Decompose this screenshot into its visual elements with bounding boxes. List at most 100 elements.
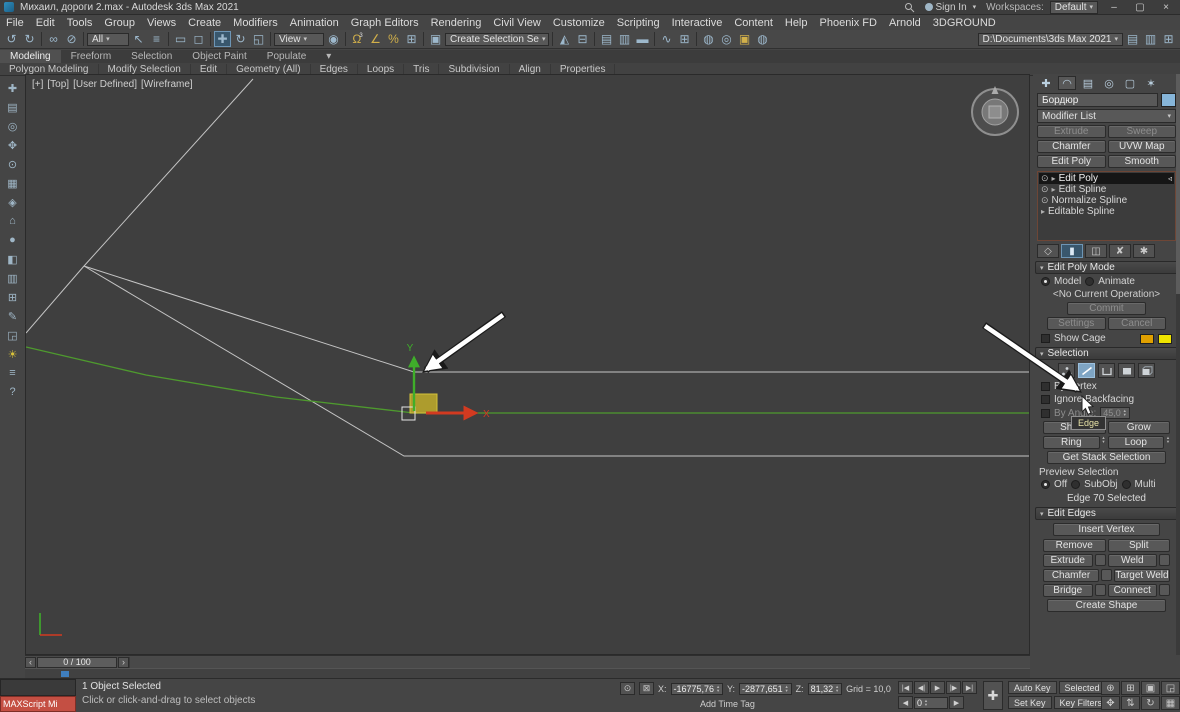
ribbon-panel-edit[interactable]: Edit bbox=[191, 63, 228, 75]
help-icon[interactable]: ? bbox=[5, 385, 21, 399]
project-folder-select[interactable]: D:\Documents\3ds Max 2021 ▾ bbox=[977, 32, 1123, 46]
selection-rollout-header[interactable]: ▾ Selection bbox=[1035, 347, 1178, 360]
zoom-region-icon[interactable]: ◲ bbox=[1161, 681, 1180, 695]
pan-icon[interactable]: ✥ bbox=[1101, 696, 1120, 710]
ribbon-panel-subdivision[interactable]: Subdivision bbox=[439, 63, 510, 75]
left-toolbar-icon[interactable]: ◎ bbox=[5, 119, 21, 133]
mirror-icon[interactable]: ◭ bbox=[556, 31, 573, 47]
left-toolbar-icon[interactable]: ✥ bbox=[5, 138, 21, 152]
go-to-start-icon[interactable]: |◀ bbox=[898, 681, 913, 694]
next-frame-icon[interactable]: |▶ bbox=[946, 681, 961, 694]
menu-item[interactable]: Animation bbox=[284, 17, 345, 29]
viewport-menu-shading[interactable]: [Wireframe] bbox=[141, 79, 193, 90]
reference-coordinate-select[interactable]: View ▾ bbox=[274, 32, 324, 46]
vertex-subobject-icon[interactable] bbox=[1058, 363, 1075, 378]
ribbon-panel-polygon-modeling[interactable]: Polygon Modeling bbox=[0, 63, 99, 75]
connect-button[interactable]: Connect bbox=[1107, 584, 1157, 597]
named-selection-set-select[interactable]: Create Selection Se ▾ bbox=[445, 32, 549, 46]
weld-button[interactable]: Weld bbox=[1107, 554, 1157, 567]
selection-filter-select[interactable]: All ▾ bbox=[87, 32, 129, 46]
stack-visibility-icon[interactable]: ⊙ bbox=[1041, 184, 1049, 195]
scene-explorer-icon[interactable]: ▤ bbox=[598, 31, 615, 47]
viewport-top[interactable]: [+] [Top] [User Defined] [Wireframe] Y X bbox=[25, 74, 1030, 655]
workspace-icon[interactable]: ⊞ bbox=[1160, 31, 1177, 47]
viewport-menu-general[interactable]: [+] bbox=[32, 79, 43, 90]
preview-multi-radio[interactable] bbox=[1121, 480, 1131, 489]
stack-item-normalize-spline[interactable]: ⊙ Normalize Spline bbox=[1039, 195, 1174, 206]
time-next-icon[interactable]: › bbox=[118, 656, 129, 668]
edit-edges-rollout-header[interactable]: ▾ Edit Edges bbox=[1035, 507, 1178, 520]
weld-settings-button[interactable] bbox=[1159, 554, 1170, 566]
modify-tab-icon[interactable]: ◠ bbox=[1058, 76, 1076, 90]
by-vertex-checkbox[interactable] bbox=[1041, 382, 1050, 391]
left-toolbar-icon[interactable]: ⊞ bbox=[5, 290, 21, 304]
render-production-icon[interactable]: ◍ bbox=[754, 31, 771, 47]
by-angle-checkbox[interactable] bbox=[1041, 408, 1050, 418]
show-cage-checkbox[interactable] bbox=[1041, 334, 1050, 343]
auto-key-button[interactable]: Auto Key bbox=[1008, 681, 1057, 694]
stack-item-edit-spline[interactable]: ⊙ ▸ Edit Spline bbox=[1039, 184, 1174, 195]
viewcube[interactable] bbox=[971, 86, 1019, 136]
undo-icon[interactable]: ↺ bbox=[3, 31, 20, 47]
unlink-selection-icon[interactable]: ⊘ bbox=[63, 31, 80, 47]
list-icon[interactable]: ≡ bbox=[5, 366, 21, 380]
left-toolbar-icon[interactable]: ⊙ bbox=[5, 157, 21, 171]
z-coord-field[interactable]: 81,32 ▲ ▼ bbox=[807, 682, 843, 695]
set-key-button[interactable]: Set Key bbox=[1008, 696, 1052, 709]
create-shape-button[interactable]: Create Shape bbox=[1047, 599, 1166, 612]
layer-explorer-icon[interactable]: ▥ bbox=[616, 31, 633, 47]
play-icon[interactable]: ▶ bbox=[930, 681, 945, 694]
motion-tab-icon[interactable]: ◎ bbox=[1100, 76, 1118, 90]
asset-tracking-icon[interactable]: ▤ bbox=[1124, 31, 1141, 47]
rectangular-selection-region-icon[interactable]: ▭ bbox=[172, 31, 189, 47]
border-subobject-icon[interactable] bbox=[1098, 363, 1115, 378]
remove-modifier-icon[interactable]: ✘ bbox=[1109, 244, 1131, 258]
restore-button[interactable]: ▢ bbox=[1130, 1, 1150, 14]
select-and-scale-icon[interactable]: ◱ bbox=[250, 31, 267, 47]
macro-recorder-pane[interactable] bbox=[0, 679, 76, 696]
menu-item[interactable]: Views bbox=[141, 17, 182, 29]
get-stack-selection-button[interactable]: Get Stack Selection bbox=[1047, 451, 1166, 464]
orbit-icon[interactable]: ↻ bbox=[1141, 696, 1160, 710]
sweep-modifier-button[interactable]: Sweep bbox=[1107, 125, 1176, 138]
modifier-list-dropdown[interactable]: Modifier List ▾ bbox=[1037, 109, 1176, 123]
cage-color-swatch[interactable] bbox=[1140, 333, 1154, 344]
y-coord-field[interactable]: -2877,651 ▲ ▼ bbox=[739, 682, 792, 695]
menu-item[interactable]: Graph Editors bbox=[345, 17, 425, 29]
new-scene-explorer-icon[interactable]: ▥ bbox=[1142, 31, 1159, 47]
curve-editor-icon[interactable]: ∿ bbox=[658, 31, 675, 47]
display-tab-icon[interactable]: ▢ bbox=[1121, 76, 1139, 90]
time-slider-handle[interactable]: 0 / 100 bbox=[37, 656, 117, 668]
utilities-tab-icon[interactable]: ✶ bbox=[1142, 76, 1160, 90]
show-end-result-icon[interactable]: ▮ bbox=[1061, 244, 1083, 258]
animate-radio[interactable] bbox=[1085, 277, 1095, 286]
maxscript-listener-pane[interactable]: MAXScript Mi bbox=[0, 696, 76, 712]
ignore-backfacing-checkbox[interactable] bbox=[1041, 395, 1050, 404]
ribbon-toggle-icon[interactable]: ▬ bbox=[634, 31, 651, 47]
menu-item[interactable]: Scripting bbox=[611, 17, 666, 29]
left-toolbar-icon[interactable]: ▦ bbox=[5, 176, 21, 190]
schematic-view-icon[interactable]: ⊞ bbox=[676, 31, 693, 47]
loop-spinner[interactable]: ▲ ▼ bbox=[1166, 436, 1170, 449]
grow-button[interactable]: Grow bbox=[1107, 421, 1170, 434]
use-pivot-center-icon[interactable]: ◉ bbox=[325, 31, 342, 47]
material-editor-icon[interactable]: ◍ bbox=[700, 31, 717, 47]
edit-named-selections-icon[interactable]: ▣ bbox=[427, 31, 444, 47]
preview-off-radio[interactable] bbox=[1041, 480, 1050, 489]
pin-stack-icon[interactable]: ◇ bbox=[1037, 244, 1059, 258]
object-name-field[interactable]: Бордюр bbox=[1037, 93, 1158, 107]
minimize-button[interactable]: – bbox=[1104, 1, 1124, 14]
stack-expand-icon[interactable]: ▸ bbox=[1052, 185, 1056, 194]
walk-through-icon[interactable]: ⇅ bbox=[1121, 696, 1140, 710]
stack-visibility-icon[interactable]: ⊙ bbox=[1041, 173, 1049, 184]
angle-snap-icon[interactable]: ∠ bbox=[367, 31, 384, 47]
ribbon-panel-edges[interactable]: Edges bbox=[311, 63, 358, 75]
viewport-menu-camera[interactable]: [User Defined] bbox=[73, 79, 137, 90]
time-slider-track[interactable] bbox=[129, 656, 1030, 668]
ribbon-minimize-icon[interactable]: ▾ bbox=[316, 50, 341, 63]
snaps-toggle-icon[interactable]: Ω3 bbox=[349, 31, 366, 47]
x-coord-field[interactable]: -16775,76 ▲ ▼ bbox=[670, 682, 724, 695]
select-by-name-icon[interactable]: ≡ bbox=[148, 31, 165, 47]
bridge-button[interactable]: Bridge bbox=[1043, 584, 1093, 597]
connect-settings-button[interactable] bbox=[1159, 584, 1170, 596]
